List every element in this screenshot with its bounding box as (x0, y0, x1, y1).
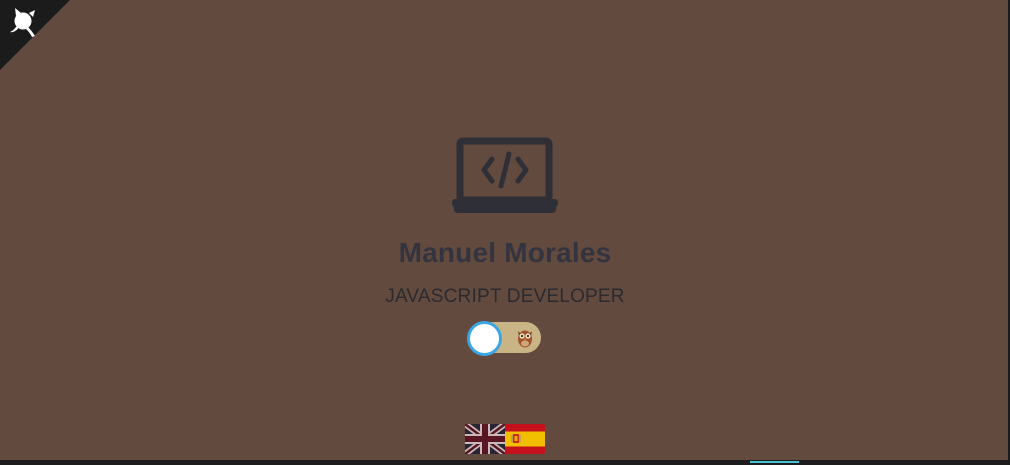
page: Manuel Morales JAVASCRIPT DEVELOPER (0, 0, 1010, 465)
bottom-bar (0, 460, 1010, 465)
laptop-code-icon (452, 137, 558, 215)
profile-name: Manuel Morales (398, 237, 612, 268)
owl-icon (518, 330, 532, 348)
profile-role: JAVASCRIPT DEVELOPER (385, 286, 625, 307)
language-english-button[interactable] (465, 424, 505, 454)
github-octocat-icon (0, 0, 70, 70)
uk-flag-icon (465, 424, 505, 454)
theme-toggle[interactable] (467, 321, 541, 356)
bottom-accent (750, 461, 799, 463)
language-spanish-button[interactable] (505, 424, 545, 454)
github-corner-link[interactable] (0, 0, 70, 70)
toggle-knob (467, 321, 502, 356)
spain-flag-icon (505, 424, 545, 454)
